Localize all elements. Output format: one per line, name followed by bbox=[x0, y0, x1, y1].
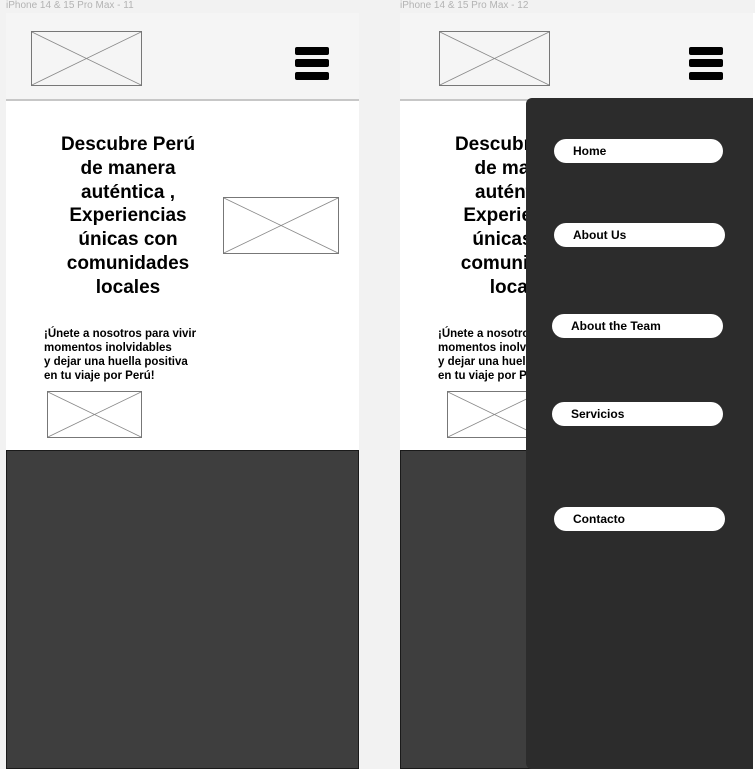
hero-image-placeholder bbox=[223, 197, 339, 254]
frame-label-12: iPhone 14 & 15 Pro Max - 12 bbox=[400, 0, 529, 11]
hamburger-menu-icon[interactable] bbox=[295, 47, 329, 81]
menu-item-about-the-team[interactable]: About the Team bbox=[552, 314, 723, 338]
menu-item-home[interactable]: Home bbox=[554, 139, 723, 163]
hero-subtitle: ¡Únete a nosotros para vivir momentos in… bbox=[44, 328, 197, 382]
dark-content-block bbox=[6, 450, 359, 769]
hero-title: Descubre Perú de manera auténtica , Expe… bbox=[60, 134, 196, 298]
frame-label-11: iPhone 14 & 15 Pro Max - 11 bbox=[6, 0, 134, 11]
menu-item-servicios[interactable]: Servicios bbox=[552, 402, 723, 426]
header bbox=[400, 13, 753, 101]
hamburger-menu-icon[interactable] bbox=[689, 47, 723, 81]
phone-frame-12: Descubre Perú de manera auténtica , Expe… bbox=[400, 13, 755, 769]
header bbox=[6, 13, 359, 101]
phone-frame-11: Descubre Perú de manera auténtica , Expe… bbox=[6, 13, 359, 769]
menu-item-contacto[interactable]: Contacto bbox=[554, 507, 725, 531]
logo-placeholder-image bbox=[439, 31, 550, 86]
menu-item-about-us[interactable]: About Us bbox=[554, 223, 725, 247]
secondary-image-placeholder bbox=[47, 391, 142, 438]
slide-out-menu: Home About Us About the Team Servicios C… bbox=[526, 98, 753, 769]
logo-placeholder-image bbox=[31, 31, 142, 86]
